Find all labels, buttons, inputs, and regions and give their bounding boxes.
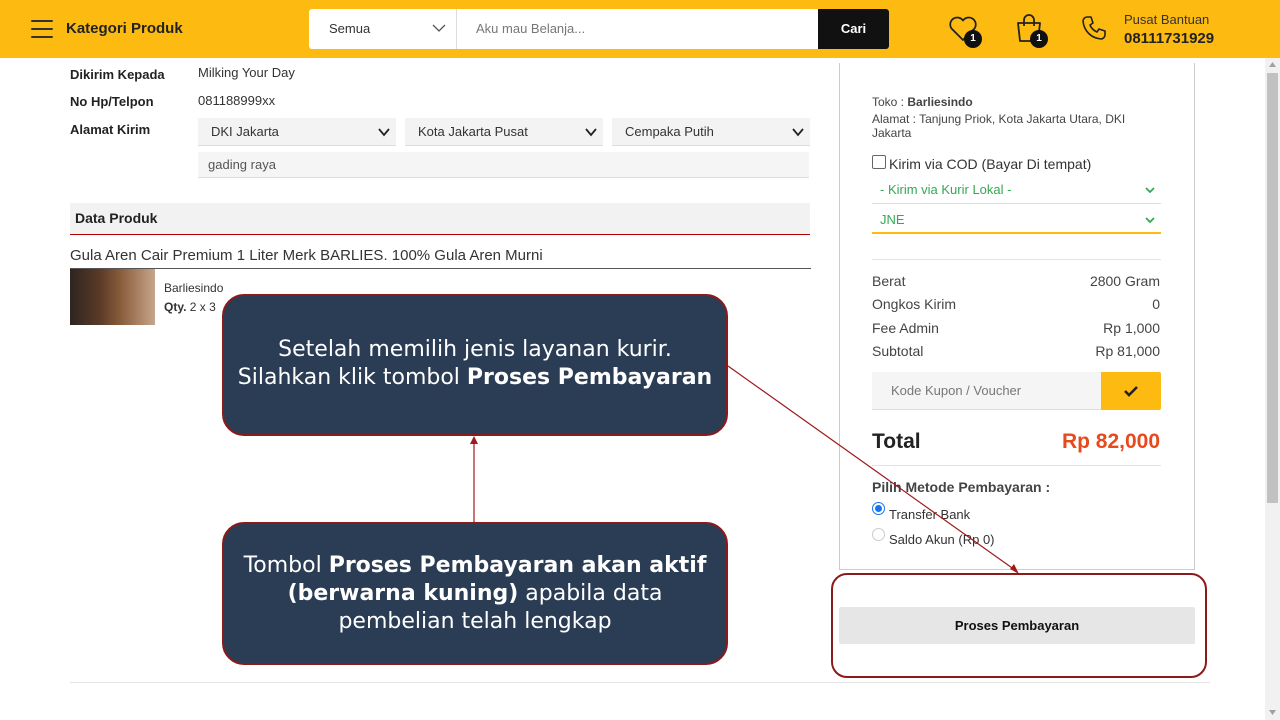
- arrow-to-button: [727, 365, 1016, 571]
- callout-top: Setelah memilih jenis layanan kurir. Sil…: [222, 294, 728, 436]
- callout-text: Silahkan klik tombol: [237, 365, 467, 390]
- callout-top-line2: Silahkan klik tombol Proses Pembayaran: [224, 364, 726, 392]
- callout-text: Tombol: [243, 553, 329, 578]
- callout-bottom-line2: (berwarna kuning) apabila data: [224, 580, 726, 608]
- callout-bold: Proses Pembayaran akan aktif: [328, 553, 707, 578]
- arrow-head-icon: [1010, 564, 1019, 574]
- callout-bold: (berwarna kuning): [287, 581, 519, 606]
- callout-top-line1: Setelah memilih jenis layanan kurir.: [278, 337, 672, 362]
- callout-bottom-line1: Tombol Proses Pembayaran akan aktif: [224, 552, 726, 580]
- callout-text: apabila data: [518, 581, 663, 606]
- scroll-up-icon[interactable]: [1268, 61, 1277, 69]
- page-scrollbar[interactable]: [1265, 58, 1280, 720]
- scroll-down-icon[interactable]: [1268, 708, 1277, 716]
- scrollbar-thumb[interactable]: [1267, 73, 1278, 503]
- arrow-up-head-icon: [470, 436, 478, 444]
- callout-bottom: Tombol Proses Pembayaran akan aktif (ber…: [222, 522, 728, 665]
- callout-bold: Proses Pembayaran: [466, 365, 713, 390]
- callout-bottom-line3: pembelian telah lengkap: [338, 609, 612, 634]
